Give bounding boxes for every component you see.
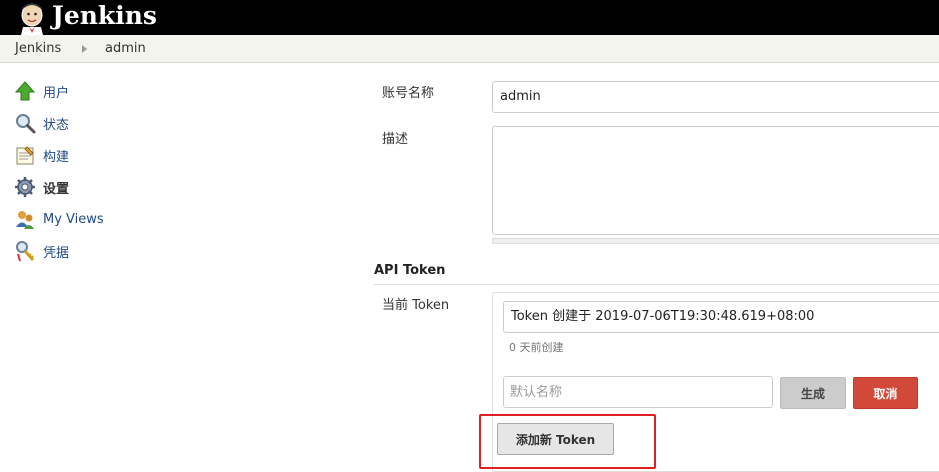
api-token-section-title: API Token <box>374 263 446 278</box>
sidebar-item-users[interactable]: 用户 <box>12 78 242 104</box>
people-icon <box>12 207 38 231</box>
up-arrow-icon <box>12 79 38 103</box>
textarea-resize-bar[interactable] <box>492 238 939 244</box>
brand-title[interactable]: Jenkins <box>52 0 157 31</box>
sidebar-item-label: 构建 <box>43 149 70 165</box>
account-name-label: 账号名称 <box>382 86 435 101</box>
token-created-text: Token 创建于 2019-07-06T19:30:48.619+08:00 <box>511 309 815 324</box>
cancel-button[interactable]: 取消 <box>853 377 918 409</box>
notepad-icon <box>12 143 38 167</box>
sidebar-item-label: 凭据 <box>43 245 70 261</box>
token-entry: Token 创建于 2019-07-06T19:30:48.619+08:00 <box>503 301 939 333</box>
sidebar-item-label: My Views <box>43 211 104 227</box>
description-textarea[interactable] <box>492 126 939 235</box>
sidebar-item-settings[interactable]: 设置 <box>12 174 242 200</box>
sidebar-item-label: 用户 <box>43 85 70 101</box>
account-name-value: admin <box>500 89 541 104</box>
breadcrumb-item-jenkins[interactable]: Jenkins <box>15 35 61 63</box>
sidebar-item-status[interactable]: 状态 <box>12 110 242 136</box>
sidebar-item-my-views[interactable]: My Views <box>12 206 242 232</box>
account-name-field[interactable]: admin <box>492 81 939 113</box>
description-label: 描述 <box>382 132 409 147</box>
sidebar-item-builds[interactable]: 构建 <box>12 142 242 168</box>
top-header: Jenkins <box>0 0 939 35</box>
token-age-text: 0 天前创建 <box>509 341 564 354</box>
token-name-input[interactable] <box>503 376 773 408</box>
magnifier-icon <box>12 111 38 135</box>
jenkins-butler-icon[interactable] <box>12 0 52 35</box>
breadcrumb-item-admin[interactable]: admin <box>105 35 146 63</box>
breadcrumb-separator-icon[interactable] <box>82 45 87 53</box>
section-divider <box>374 284 939 285</box>
gear-icon <box>12 175 38 199</box>
sidebar-item-credentials[interactable]: 凭据 <box>12 238 242 264</box>
keys-icon <box>12 239 38 263</box>
sidebar-item-label: 设置 <box>43 181 70 197</box>
current-token-label: 当前 Token <box>382 298 450 313</box>
sidebar-item-label: 状态 <box>43 117 70 133</box>
generate-button[interactable]: 生成 <box>780 377 846 409</box>
breadcrumb: Jenkins admin <box>0 35 939 63</box>
highlight-annotation <box>479 414 656 469</box>
